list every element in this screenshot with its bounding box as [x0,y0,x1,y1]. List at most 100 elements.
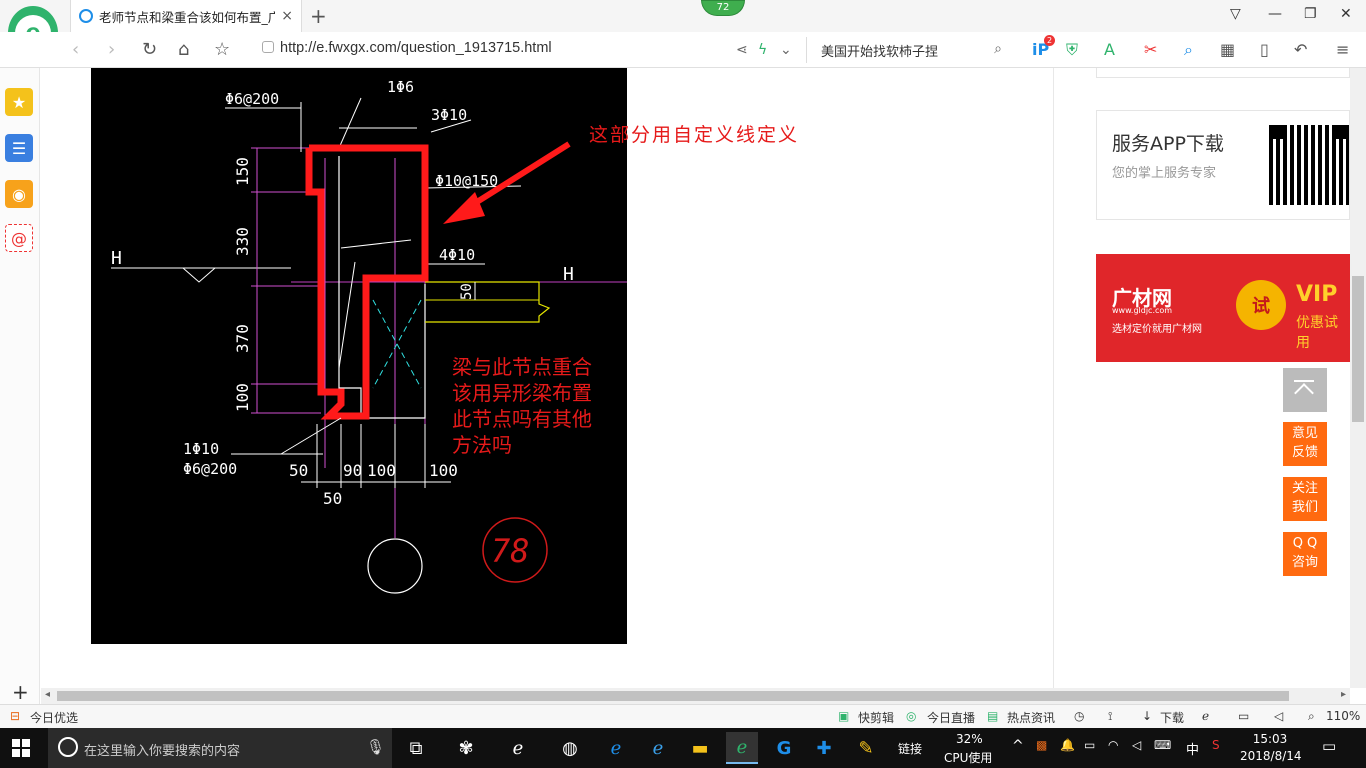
keyboard-icon[interactable]: ⌨ [1154,738,1171,752]
tray-app-icon[interactable]: ▩ [1036,738,1047,752]
taskbar-link-label[interactable]: 链接 [898,740,922,757]
fan-app-icon[interactable]: ✾ [450,732,482,764]
undo-icon[interactable]: ↶ [1294,40,1307,59]
follow-button[interactable]: 关注 我们 [1283,477,1327,521]
stirrup-line [340,239,412,249]
refresh-icon[interactable]: ↻ [142,39,157,60]
home-icon[interactable]: ⌂ [178,39,189,60]
ime-indicator[interactable]: 中 [1186,739,1199,758]
translate-icon[interactable]: A [1104,40,1115,59]
speed-icon[interactable]: ◷ [1074,709,1084,723]
annotation-line: 该用异形梁布置 [452,381,592,405]
browser-e-icon[interactable]: ℯ [502,732,534,764]
vertical-scroll-thumb[interactable] [1352,276,1364,422]
label-1phi10: 1Φ10 [183,440,219,458]
chevron-down-icon[interactable]: ⌄ [780,42,792,58]
edge-icon[interactable]: ℯ [600,732,632,764]
magnify-icon[interactable]: ⌕ [1184,40,1193,60]
search-box[interactable]: 美国开始找软柿子捏 ⌕ [806,37,1010,63]
start-button-icon[interactable] [12,739,30,757]
taskbar-search-input[interactable]: 在这里输入你要搜索的内容 [84,740,240,759]
bell-icon[interactable]: 🔔 [1060,738,1075,752]
notes-app-icon[interactable]: ✎ [850,732,882,764]
close-window-icon[interactable]: ✕ [1340,6,1352,22]
app-download-card[interactable]: 服务APP下载 您的掌上服务专家 [1096,110,1350,220]
qq-browser-icon[interactable]: ◍ [554,732,586,764]
pin-icon[interactable]: ⟟ [1108,709,1112,724]
task-view-icon[interactable]: ⧉ [400,732,432,764]
ie-taskbar-icon[interactable]: ℯ [642,732,674,764]
folder-icon[interactable]: ▬ [684,732,716,764]
live-icon: ◎ [906,709,917,723]
taskbar-search[interactable]: 在这里输入你要搜索的内容 🎙 [48,728,392,768]
window-icon[interactable]: ▭ [1238,709,1249,723]
dim-330: 330 [233,227,252,256]
tool-app-icon[interactable]: ✚ [808,732,840,764]
horizontal-scrollbar[interactable]: ◂ ▸ [41,688,1350,704]
tab-active[interactable]: 老师节点和梁重合该如何布置_广 × [70,0,302,32]
shirt-icon[interactable]: ▽ [1230,6,1241,22]
ie-icon[interactable]: ℯ [1202,709,1209,723]
forward-icon[interactable]: › [108,39,115,60]
site-info-icon [262,41,274,53]
ad-slogan: 选材定价就用广材网 [1112,324,1202,335]
chevron-up-icon[interactable]: ^ [1012,738,1024,754]
sogou-icon[interactable]: S [1212,738,1220,752]
shield-icon[interactable]: ⛨ [1066,40,1078,60]
minimize-icon[interactable]: — [1268,6,1282,22]
wifi-icon[interactable]: ◠ [1108,738,1118,752]
cpu-percent: 32% [956,732,983,746]
weibo-icon[interactable]: ◉ [5,180,33,208]
search-input[interactable]: 美国开始找软柿子捏 [821,41,938,60]
live-link[interactable]: 今日直播 [927,709,975,726]
today-picks-link[interactable]: 今日优选 [30,709,78,726]
clock-time[interactable]: 15:03 [1248,732,1292,746]
star-icon[interactable]: ☆ [214,39,230,60]
mic-icon[interactable]: 🎙 [366,738,385,756]
tab-close-icon[interactable]: × [281,8,293,24]
ad-url: www.gldjc.com [1112,306,1173,315]
zoom-level[interactable]: 110% [1326,709,1360,723]
share-icon[interactable]: ⋖ [736,42,748,58]
speaker-icon[interactable]: ◁ [1132,738,1141,752]
volume-icon[interactable]: ◁ [1274,709,1283,723]
reader-icon[interactable]: ☰ [5,134,33,162]
glodon-icon[interactable]: G [768,732,800,764]
title-bar: e 老师节点和梁重合该如何布置_广 × + 72 ▽ — ❐ ✕ [0,0,1366,60]
search-icon[interactable]: ⌕ [994,41,1002,57]
add-sidebar-button[interactable]: + [12,680,29,704]
favorites-icon[interactable]: ★ [5,88,33,116]
label-4phi10: 4Φ10 [439,246,475,264]
gldjc-ad-banner[interactable]: 广材网 www.gldjc.com 选材定价就用广材网 试 VIP 优惠试用 [1096,254,1350,362]
notification-badge[interactable]: 72 [701,0,745,16]
quick-clip-link[interactable]: 快剪辑 [858,709,894,726]
back-icon[interactable]: ‹ [72,39,79,60]
download-link[interactable]: 下载 [1160,709,1184,726]
scissors-icon[interactable]: ✂ [1144,40,1157,59]
horizontal-scroll-thumb[interactable] [57,691,1289,701]
scroll-right-icon[interactable]: ▸ [1341,689,1346,700]
restore-icon[interactable]: ❐ [1304,6,1317,22]
cpu-label: CPU使用 [944,751,993,765]
notification-center-icon[interactable]: ▭ [1322,737,1336,755]
new-tab-button[interactable]: + [310,4,327,28]
scroll-left-icon[interactable]: ◂ [45,689,50,700]
toolbar-badge: 2 [1044,35,1055,46]
url-field[interactable]: http://e.fwxgx.com/question_1913715.html [262,40,552,56]
menu-icon[interactable]: ≡ [1336,40,1349,59]
phone-icon[interactable]: ▯ [1260,40,1269,59]
bolt-icon[interactable]: ϟ [758,42,767,58]
arrow-head [443,192,485,224]
browser-360-icon[interactable]: ℯ [726,732,758,764]
clock-date[interactable]: 2018/8/14 [1240,749,1302,763]
vertical-scrollbar[interactable] [1350,68,1366,688]
apps-icon[interactable]: ▦ [1220,40,1235,59]
back-to-top-button[interactable] [1283,368,1327,412]
qq-consult-button[interactable]: Q Q 咨询 [1283,532,1327,576]
feedback-button[interactable]: 意见 反馈 [1283,422,1327,466]
dim-150: 150 [233,157,252,186]
mail-icon[interactable]: @ [5,224,33,252]
label-phi6-200-top: Φ6@200 [225,90,279,108]
battery-icon[interactable]: ▭ [1084,738,1095,752]
news-link[interactable]: 热点资讯 [1007,709,1055,726]
